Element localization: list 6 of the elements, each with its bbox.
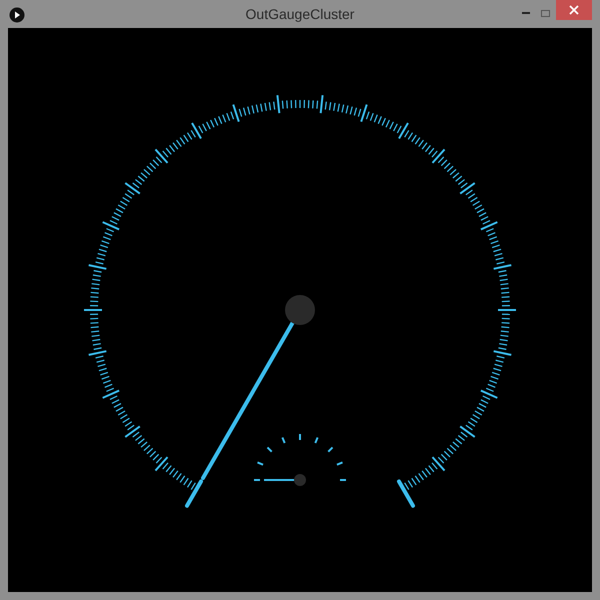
close-button[interactable]	[556, 0, 592, 20]
close-icon	[569, 5, 579, 15]
window-title: OutGaugeCluster	[246, 4, 354, 24]
gauge-hub	[285, 295, 315, 325]
app-icon	[9, 7, 25, 23]
gauge-hub	[294, 474, 306, 486]
